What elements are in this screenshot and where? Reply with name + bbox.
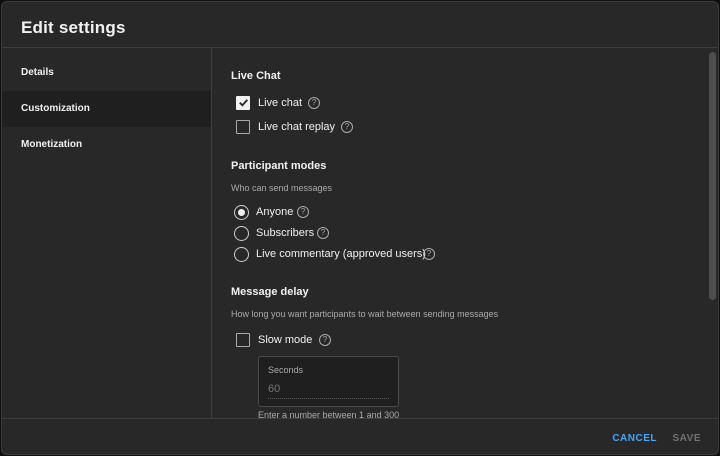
live-chat-section-title: Live Chat (231, 70, 281, 82)
participant-modes-subtitle: Who can send messages (231, 183, 333, 193)
settings-sidebar: Details Customization Monetization (2, 48, 212, 418)
seconds-input[interactable] (268, 383, 388, 395)
cancel-button[interactable]: CANCEL (612, 433, 657, 444)
slow-mode-checkbox[interactable] (236, 333, 250, 347)
participant-modes-title: Participant modes (231, 160, 327, 172)
radio-anyone[interactable] (234, 205, 249, 220)
seconds-field-underline (268, 398, 389, 399)
message-delay-title: Message delay (231, 286, 309, 298)
message-delay-subtitle: How long you want participants to wait b… (231, 309, 499, 319)
content-scrollbar[interactable] (709, 52, 716, 300)
settings-content: Live Chat Live chat ? Live chat replay ?… (213, 48, 709, 418)
radio-subscribers[interactable] (234, 226, 249, 241)
seconds-field-label: Seconds (268, 365, 304, 375)
live-chat-replay-label: Live chat replay (258, 121, 336, 133)
save-button[interactable]: SAVE (673, 433, 702, 444)
dialog-title: Edit settings (21, 18, 126, 37)
sidebar-item-monetization[interactable]: Monetization (2, 127, 211, 163)
edit-settings-dialog: Edit settings Details Customization Mone… (1, 1, 719, 455)
anyone-label: Anyone (256, 206, 294, 218)
live-commentary-label: Live commentary (approved users) (256, 248, 426, 260)
sidebar-item-details[interactable]: Details (2, 55, 211, 91)
live-chat-label: Live chat (258, 97, 303, 109)
seconds-hint: Enter a number between 1 and 300 (258, 410, 400, 418)
live-chat-help-icon[interactable]: ? (308, 97, 320, 109)
subscribers-label: Subscribers (256, 227, 315, 239)
live-chat-replay-help-icon[interactable]: ? (341, 121, 353, 133)
live-chat-replay-checkbox[interactable] (236, 120, 250, 134)
live-commentary-help-icon[interactable]: ? (423, 248, 435, 260)
checkmark-icon (238, 99, 248, 107)
dialog-header: Edit settings (2, 2, 718, 48)
slow-mode-label: Slow mode (258, 334, 313, 346)
sidebar-item-customization[interactable]: Customization (2, 91, 211, 127)
subscribers-help-icon[interactable]: ? (317, 227, 329, 239)
radio-live-commentary[interactable] (234, 247, 249, 262)
dialog-footer: CANCEL SAVE (2, 418, 718, 454)
seconds-field[interactable]: Seconds (258, 356, 399, 407)
live-chat-checkbox[interactable] (236, 96, 250, 110)
anyone-help-icon[interactable]: ? (297, 206, 309, 218)
slow-mode-help-icon[interactable]: ? (319, 334, 331, 346)
